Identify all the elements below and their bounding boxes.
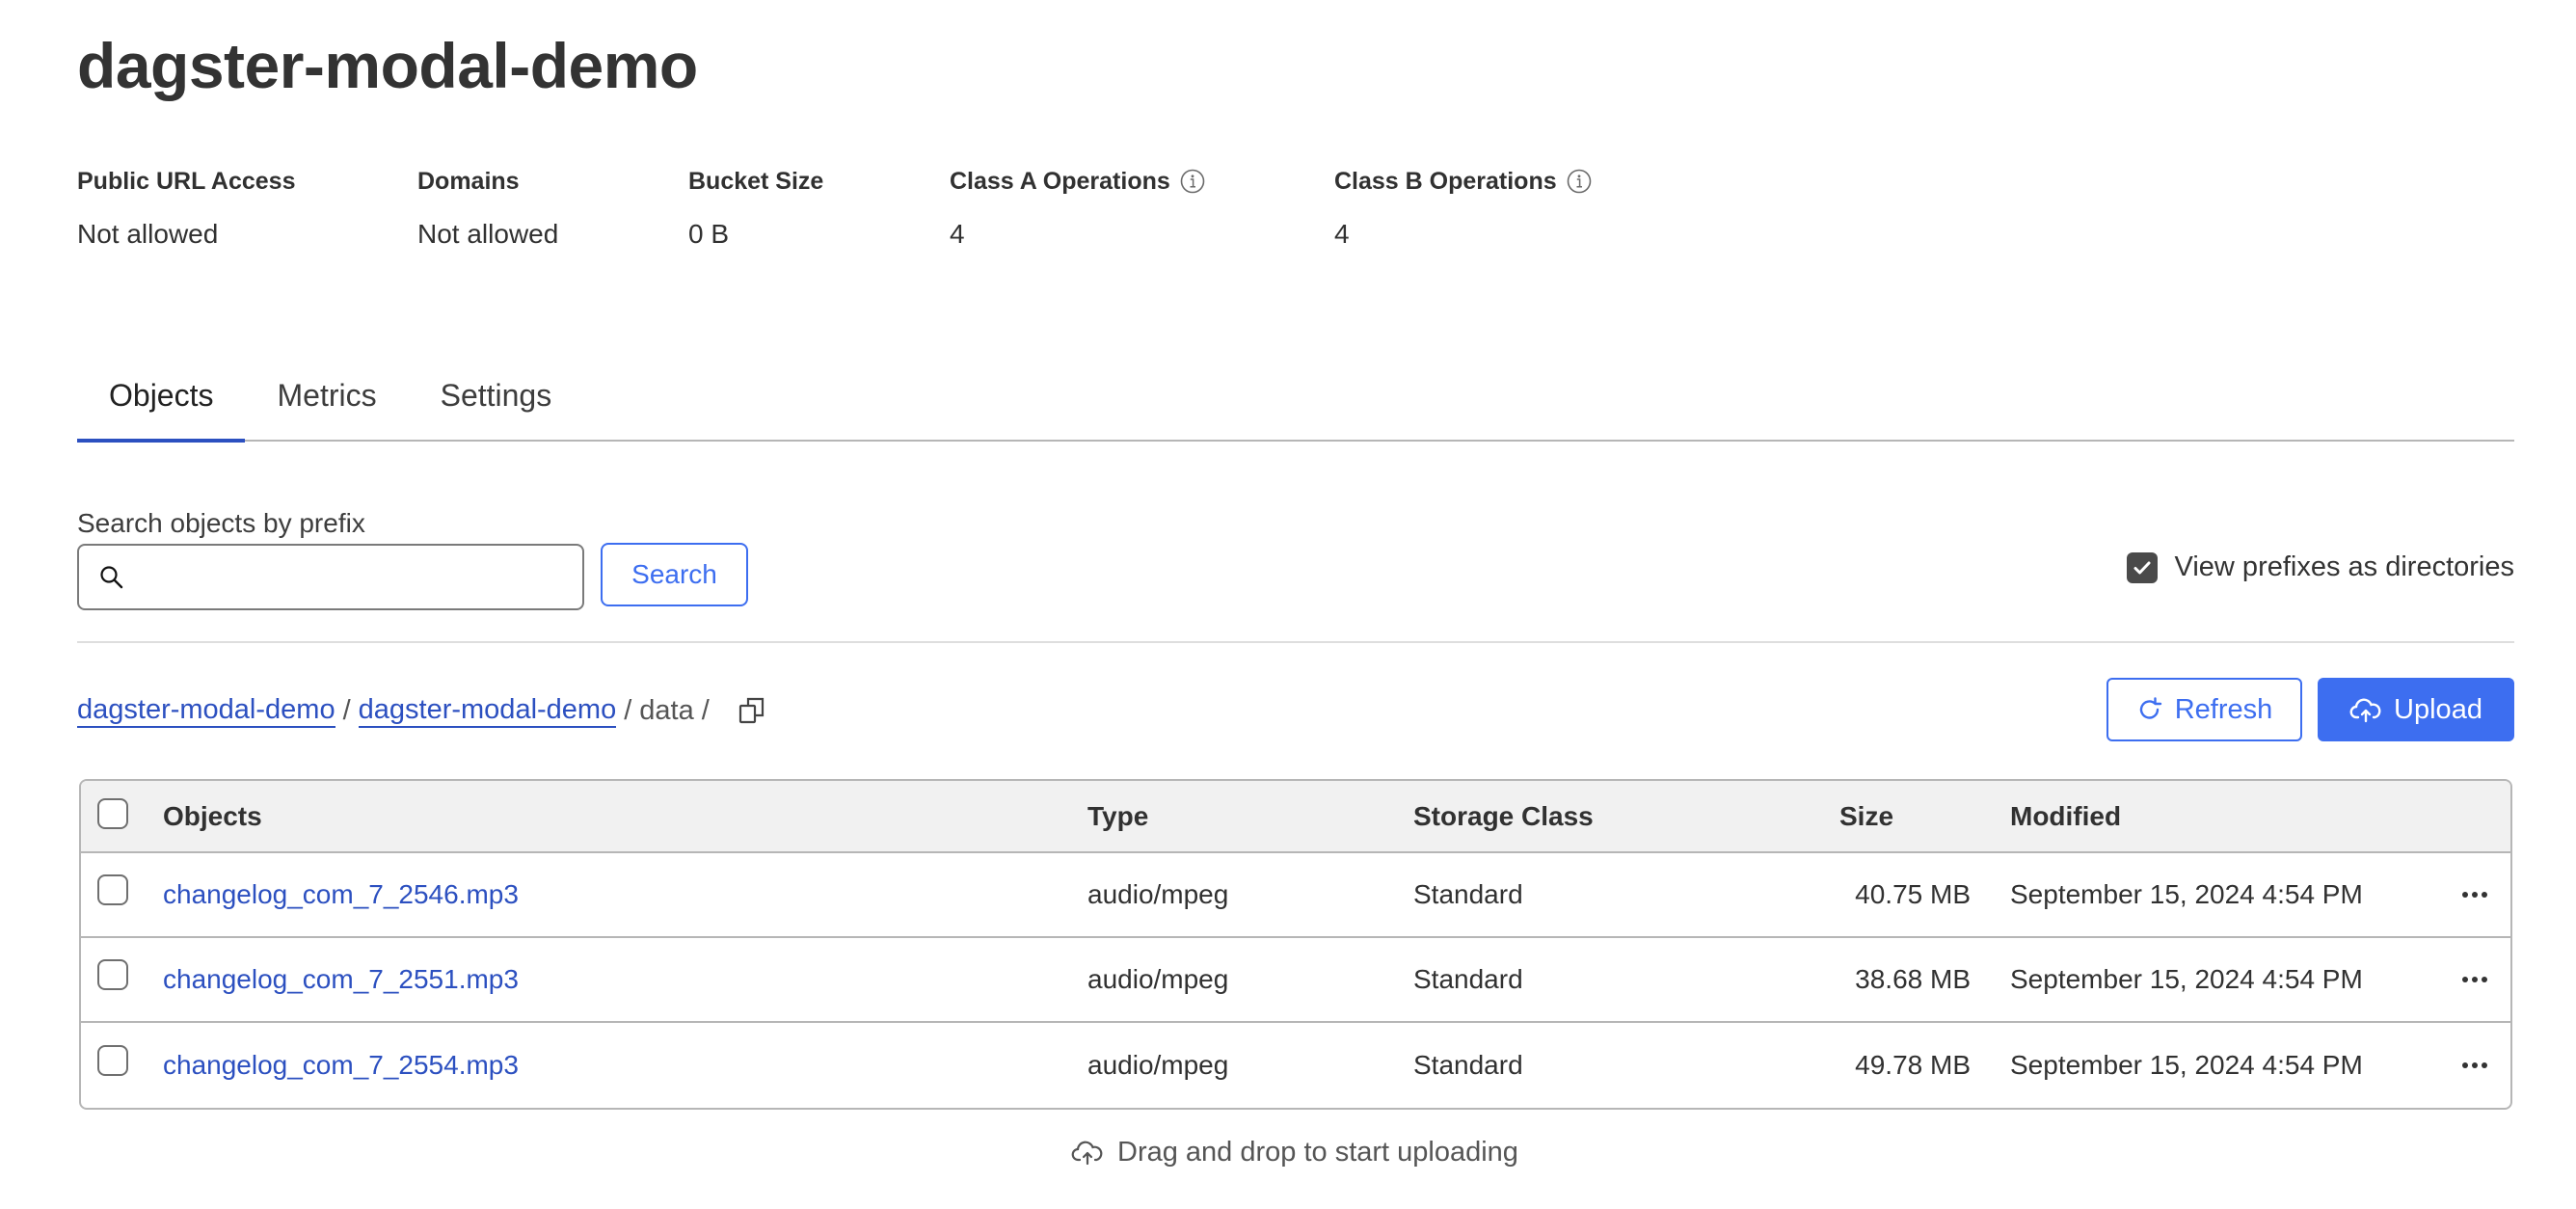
cloud-upload-icon bbox=[2349, 696, 2382, 723]
object-link[interactable]: changelog_com_7_2551.mp3 bbox=[163, 964, 519, 995]
object-modified: September 15, 2024 4:54 PM bbox=[2010, 1050, 2363, 1080]
refresh-button[interactable]: Refresh bbox=[2106, 678, 2302, 741]
object-link[interactable]: changelog_com_7_2554.mp3 bbox=[163, 1050, 519, 1081]
stat-public-url-access: Public URL Access Not allowed bbox=[77, 166, 295, 251]
refresh-label: Refresh bbox=[2174, 693, 2273, 725]
more-options-icon[interactable] bbox=[2462, 892, 2487, 898]
object-size: 49.78 MB bbox=[1855, 1050, 1971, 1080]
search-field[interactable] bbox=[77, 544, 584, 610]
upload-dropzone[interactable]: Drag and drop to start uploading bbox=[1071, 1133, 1518, 1171]
info-icon[interactable] bbox=[1567, 169, 1592, 194]
page-title: dagster-modal-demo bbox=[77, 30, 698, 101]
cloud-upload-icon bbox=[1071, 1141, 1103, 1166]
table-row: changelog_com_7_2546.mp3 audio/mpeg Stan… bbox=[81, 853, 2510, 938]
objects-table: Objects Type Storage Class Size Modified… bbox=[79, 779, 2512, 1110]
search-icon bbox=[100, 565, 123, 588]
column-header-size[interactable]: Size bbox=[1839, 801, 1893, 832]
search-label: Search objects by prefix bbox=[77, 508, 365, 538]
object-modified: September 15, 2024 4:54 PM bbox=[2010, 879, 2363, 909]
object-type: audio/mpeg bbox=[1087, 964, 1229, 994]
column-header-storage-class[interactable]: Storage Class bbox=[1413, 801, 1594, 832]
object-type: audio/mpeg bbox=[1087, 1050, 1229, 1080]
object-storage-class: Standard bbox=[1413, 964, 1523, 994]
breadcrumb-current: data bbox=[639, 695, 694, 726]
select-all-checkbox[interactable] bbox=[97, 797, 128, 829]
object-modified: September 15, 2024 4:54 PM bbox=[2010, 964, 2363, 994]
upload-label: Upload bbox=[2394, 693, 2482, 725]
stat-label: Public URL Access bbox=[77, 168, 296, 195]
row-checkbox[interactable] bbox=[97, 873, 128, 905]
row-checkbox[interactable] bbox=[97, 1044, 128, 1076]
object-type: audio/mpeg bbox=[1087, 879, 1229, 909]
stat-value: Not allowed bbox=[77, 219, 219, 249]
stat-class-b-operations: Class B Operations 4 bbox=[1334, 166, 1592, 251]
divider bbox=[77, 641, 2514, 643]
object-link[interactable]: changelog_com_7_2546.mp3 bbox=[163, 879, 519, 910]
column-header-objects[interactable]: Objects bbox=[163, 801, 262, 832]
stat-label: Class A Operations bbox=[950, 168, 1170, 195]
tab-metrics[interactable]: Metrics bbox=[245, 366, 408, 440]
object-size: 38.68 MB bbox=[1855, 964, 1971, 994]
stat-label: Class B Operations bbox=[1334, 168, 1557, 195]
breadcrumb-link-folder[interactable]: dagster-modal-demo bbox=[358, 693, 617, 728]
breadcrumb-link-bucket[interactable]: dagster-modal-demo bbox=[77, 693, 335, 728]
upload-button[interactable]: Upload bbox=[2318, 678, 2514, 741]
checkmark-icon bbox=[2133, 561, 2151, 574]
table-header: Objects Type Storage Class Size Modified bbox=[81, 781, 2510, 853]
breadcrumb-separator: / bbox=[701, 695, 710, 726]
stat-value: 4 bbox=[1334, 219, 1350, 249]
breadcrumb: dagster-modal-demo / dagster-modal-demo … bbox=[77, 691, 765, 730]
info-icon[interactable] bbox=[1180, 169, 1205, 194]
more-options-icon[interactable] bbox=[2462, 1062, 2487, 1068]
breadcrumb-separator: / bbox=[342, 695, 351, 726]
tab-bar: Objects Metrics Settings bbox=[77, 366, 2514, 443]
view-prefixes-toggle[interactable]: View prefixes as directories bbox=[2126, 551, 2514, 583]
stat-label-row: Class A Operations bbox=[950, 166, 1205, 197]
tab-settings[interactable]: Settings bbox=[409, 366, 584, 440]
stat-class-a-operations: Class A Operations 4 bbox=[950, 166, 1205, 251]
stat-label-row: Class B Operations bbox=[1334, 166, 1592, 197]
copy-icon[interactable] bbox=[738, 696, 765, 725]
tab-objects[interactable]: Objects bbox=[77, 366, 246, 443]
stat-domains: Domains Not allowed bbox=[417, 166, 558, 251]
stat-value: 4 bbox=[950, 219, 965, 249]
table-row: changelog_com_7_2551.mp3 audio/mpeg Stan… bbox=[81, 938, 2510, 1023]
stat-bucket-size: Bucket Size 0 B bbox=[688, 166, 823, 251]
stat-value: 0 B bbox=[688, 219, 730, 249]
object-storage-class: Standard bbox=[1413, 1050, 1523, 1080]
breadcrumb-separator: / bbox=[624, 695, 632, 726]
stat-value: Not allowed bbox=[417, 219, 559, 249]
view-prefixes-label: View prefixes as directories bbox=[2174, 551, 2514, 582]
stat-label: Bucket Size bbox=[688, 168, 824, 195]
object-size: 40.75 MB bbox=[1855, 879, 1971, 909]
table-row: changelog_com_7_2554.mp3 audio/mpeg Stan… bbox=[81, 1023, 2510, 1108]
search-button[interactable]: Search bbox=[601, 543, 748, 606]
search-input[interactable] bbox=[137, 561, 582, 593]
column-header-type[interactable]: Type bbox=[1087, 801, 1148, 832]
stat-label: Domains bbox=[417, 168, 520, 195]
row-checkbox[interactable] bbox=[97, 958, 128, 990]
dropzone-label: Drag and drop to start uploading bbox=[1117, 1137, 1518, 1168]
refresh-icon bbox=[2136, 696, 2163, 723]
more-options-icon[interactable] bbox=[2462, 977, 2487, 982]
column-header-modified[interactable]: Modified bbox=[2010, 801, 2121, 832]
checkbox-checked[interactable] bbox=[2126, 551, 2158, 583]
object-storage-class: Standard bbox=[1413, 879, 1523, 909]
